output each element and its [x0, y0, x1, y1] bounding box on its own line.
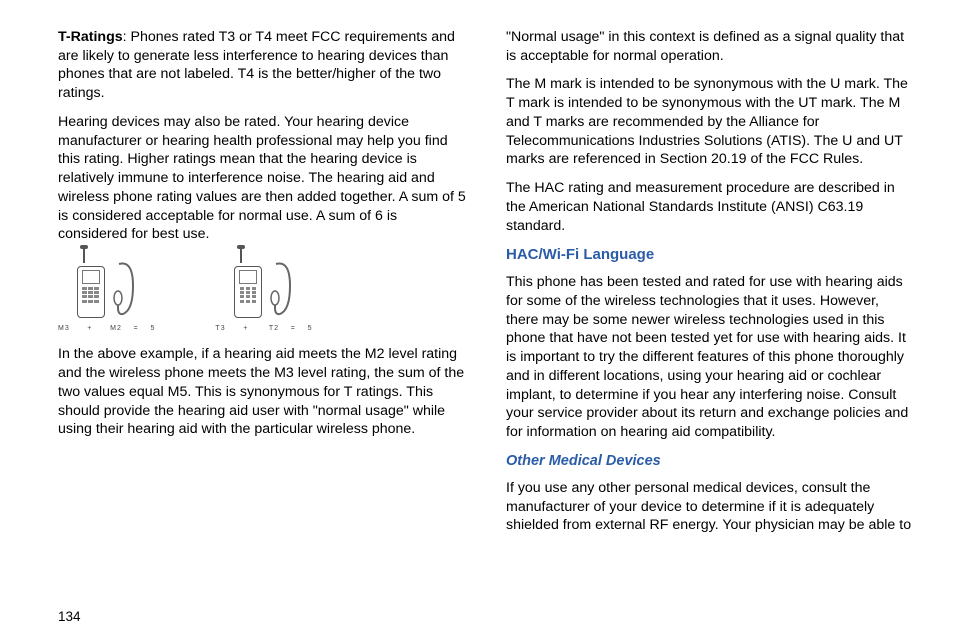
right-column: "Normal usage" in this context is define…	[506, 28, 914, 588]
phone-icon	[77, 266, 105, 318]
other-medical-paragraph: If you use any other personal medical de…	[506, 479, 914, 535]
phone-icon	[234, 266, 262, 318]
other-medical-heading: Other Medical Devices	[506, 452, 914, 471]
hearing-devices-paragraph: Hearing devices may also be rated. Your …	[58, 113, 466, 244]
rating-diagram: M3 + M2 = 5	[58, 258, 466, 333]
hac-wifi-heading: HAC/Wi-Fi Language	[506, 245, 914, 265]
two-column-layout: T-Ratings: Phones rated T3 or T4 meet FC…	[58, 28, 914, 588]
normal-usage-paragraph: "Normal usage" in this context is define…	[506, 28, 914, 65]
diagram-caption-t: T3 + T2 = 5	[215, 324, 312, 333]
diagram-group-t: T3 + T2 = 5	[215, 258, 312, 333]
hearing-aid-icon	[266, 258, 294, 318]
diagram-group-m: M3 + M2 = 5	[58, 258, 155, 333]
left-column: T-Ratings: Phones rated T3 or T4 meet FC…	[58, 28, 466, 588]
hearing-aid-icon	[109, 258, 137, 318]
m-mark-paragraph: The M mark is intended to be synonymous …	[506, 75, 914, 169]
hac-wifi-paragraph: This phone has been tested and rated for…	[506, 273, 914, 442]
hac-rating-paragraph: The HAC rating and measurement procedure…	[506, 179, 914, 235]
page-number: 134	[58, 609, 81, 624]
diagram-caption-m: M3 + M2 = 5	[58, 324, 155, 333]
t-ratings-paragraph: T-Ratings: Phones rated T3 or T4 meet FC…	[58, 28, 466, 103]
t-ratings-label: T-Ratings	[58, 29, 123, 45]
example-paragraph: In the above example, if a hearing aid m…	[58, 345, 466, 439]
